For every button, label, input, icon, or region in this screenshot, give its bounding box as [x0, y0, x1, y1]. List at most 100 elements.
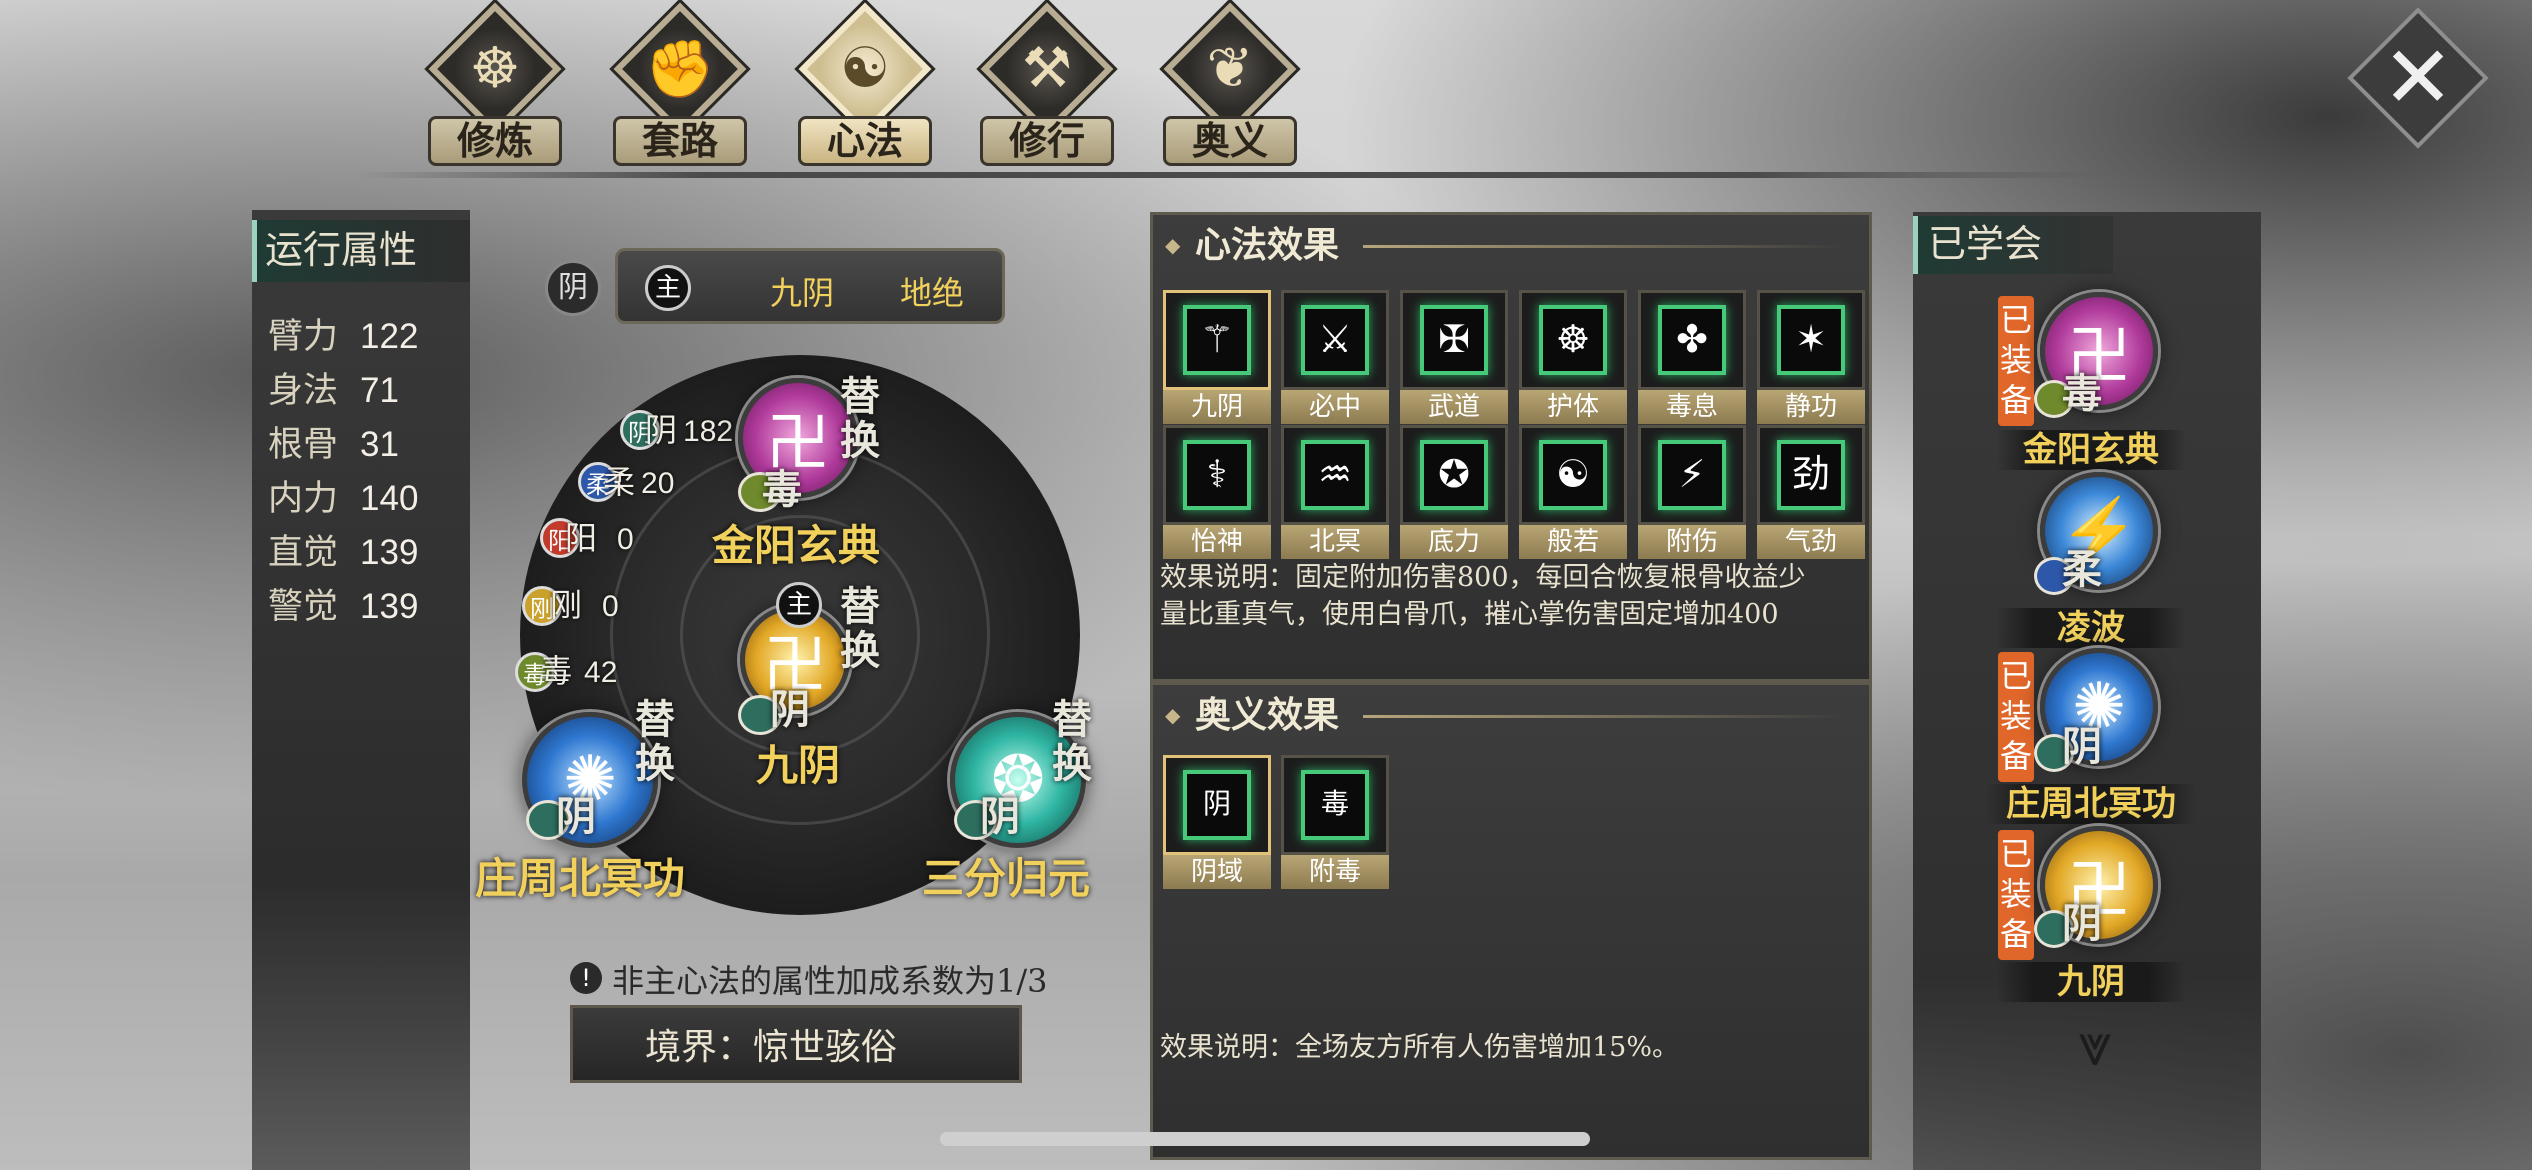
stat-name: 身法: [268, 371, 339, 411]
skill-frame: ✤: [1638, 290, 1746, 390]
skill-jiuyin[interactable]: ⚚ 九阴: [1163, 290, 1271, 424]
stat-name: 警觉: [268, 587, 339, 627]
skill-frame: ☸: [1519, 290, 1627, 390]
skill-duxi[interactable]: ✤ 毒息: [1638, 290, 1746, 424]
stat-name: 臂力: [268, 317, 339, 357]
skill-frame: ✪: [1400, 425, 1508, 525]
stat-value: 139: [360, 587, 419, 626]
attr-yang: 阳0: [565, 513, 634, 559]
stat-value: 122: [360, 317, 419, 356]
replace-button[interactable]: 替换: [1052, 698, 1096, 786]
skill-label: 必中: [1281, 390, 1389, 424]
home-indicator[interactable]: [940, 1132, 1590, 1146]
replace-button[interactable]: 替换: [840, 375, 884, 463]
attr-name: 阴: [645, 412, 678, 448]
note-text: 非主心法的属性加成系数为1/3: [612, 962, 1048, 1000]
stat-row: 内力 140: [268, 470, 418, 521]
stat-name: 根骨: [268, 425, 339, 465]
replace-button[interactable]: 替换: [840, 585, 884, 673]
skill-beiming[interactable]: ♒ 北冥: [1281, 425, 1389, 559]
stat-value: 139: [360, 533, 419, 572]
skill-yishen[interactable]: ⚕ 怡神: [1163, 425, 1271, 559]
skill-frame: ⚚: [1163, 290, 1271, 390]
close-button[interactable]: ✕: [2347, 7, 2489, 149]
skill-icon: ✪: [1420, 440, 1488, 510]
equipped-tag: 已装备: [1998, 652, 2034, 782]
main-method-tag: 地绝: [900, 274, 965, 312]
close-icon: ✕: [2381, 27, 2455, 128]
panel-title: 运行属性: [252, 220, 470, 282]
skill-label: 附毒: [1281, 855, 1389, 889]
slot-badge-text: 阴: [770, 686, 810, 733]
skill-label: 九阴: [1163, 390, 1271, 424]
slot-badge-text: 毒: [762, 466, 802, 513]
stat-row: 臂力 122: [268, 308, 418, 359]
panel-title: 已学会: [1913, 216, 2113, 274]
running-attributes-panel: 运行属性 臂力 122 身法 71 根骨 31 内力 140 直觉 139 警觉 139: [252, 210, 470, 1170]
secret-skill-yinyu[interactable]: 阴阴域: [1163, 755, 1271, 889]
skill-frame: 阴: [1163, 755, 1271, 855]
scroll-down-icon[interactable]: ⩔: [2055, 1015, 2135, 1075]
tab-practice[interactable]: ☸ 修炼: [410, 2, 580, 166]
attr-name: 阳: [565, 520, 598, 556]
learned-badge-text: 阴: [2062, 900, 2102, 947]
yinyang-icon: ☯: [839, 36, 891, 101]
swirl-icon: ☸: [469, 36, 521, 101]
yin-toggle-button[interactable]: 阴: [545, 260, 601, 316]
skill-icon: ☸: [1539, 305, 1607, 375]
skill-label: 气劲: [1757, 525, 1865, 559]
secret-skill-fudu[interactable]: 毒附毒: [1281, 755, 1389, 889]
skill-wudao[interactable]: ✠ 武道: [1400, 290, 1508, 424]
skill-frame: ⚕: [1163, 425, 1271, 525]
skill-bizhong[interactable]: ⚔ 必中: [1281, 290, 1389, 424]
skill-label: 护体: [1519, 390, 1627, 424]
slot-name: 九阴: [756, 741, 841, 790]
skill-huti[interactable]: ☸ 护体: [1519, 290, 1627, 424]
skill-banruo[interactable]: ☯ 般若: [1519, 425, 1627, 559]
tab-secret[interactable]: ❦ 奥义: [1145, 2, 1315, 166]
skill-frame: 毒: [1281, 755, 1389, 855]
skill-label: 武道: [1400, 390, 1508, 424]
skill-icon: ♒: [1301, 440, 1369, 510]
skill-dili[interactable]: ✪ 底力: [1400, 425, 1508, 559]
skill-frame: ⚡: [1638, 425, 1746, 525]
skill-jinggong[interactable]: ✶ 静功: [1757, 290, 1865, 424]
stat-row: 直觉 139: [268, 524, 418, 575]
tab-cultivation[interactable]: ⚒ 修行: [962, 2, 1132, 166]
tab-label: 奥义: [1163, 116, 1297, 166]
learned-name: 凌波: [1996, 608, 2186, 648]
realm-label: 境界：惊世骇俗: [645, 1027, 898, 1068]
tab-routine[interactable]: ✊ 套路: [595, 2, 765, 166]
skill-label: 北冥: [1281, 525, 1389, 559]
skill-fushang[interactable]: ⚡ 附伤: [1638, 425, 1746, 559]
skill-label: 般若: [1519, 525, 1627, 559]
learned-badge-text: 柔: [2062, 546, 2102, 593]
main-method-name: 九阴: [770, 274, 835, 312]
stat-name: 内力: [268, 479, 339, 519]
skill-icon: ✠: [1420, 305, 1488, 375]
attr-name: 刚: [550, 587, 583, 623]
attr-yin: 阴 182: [645, 405, 733, 451]
stat-value: 71: [360, 371, 399, 410]
skill-icon: ✤: [1658, 305, 1726, 375]
skill-qijin[interactable]: 劲气劲: [1757, 425, 1865, 559]
attr-poison: 毒 42: [540, 646, 617, 692]
effect-description-line2: 量比重真气，使用白骨爪，摧心掌伤害固定增加400: [1160, 599, 1779, 630]
slot-badge-text: 阴: [556, 793, 596, 840]
title-underline: [1363, 715, 1843, 718]
stat-row: 根骨 31: [268, 416, 399, 467]
attr-value: 42: [584, 656, 618, 689]
panel-title-text: 奥义效果: [1195, 694, 1340, 736]
attr-value: 0: [617, 523, 634, 556]
replace-button[interactable]: 替换: [635, 698, 679, 786]
slot-name: 庄周北冥功: [475, 854, 686, 903]
tab-mind-method[interactable]: ☯ 心法: [780, 2, 950, 166]
skill-icon: ⚡: [1658, 440, 1726, 510]
effect-description-line1: 效果说明：固定附加伤害800，每回合恢复根骨收益少: [1160, 562, 1806, 593]
skill-frame: 劲: [1757, 425, 1865, 525]
stat-value: 140: [360, 479, 419, 518]
panel-title: 奥义效果: [1153, 685, 1869, 747]
attr-value: 0: [602, 590, 619, 623]
tab-label: 修炼: [428, 116, 562, 166]
skill-icon: 劲: [1777, 440, 1845, 510]
